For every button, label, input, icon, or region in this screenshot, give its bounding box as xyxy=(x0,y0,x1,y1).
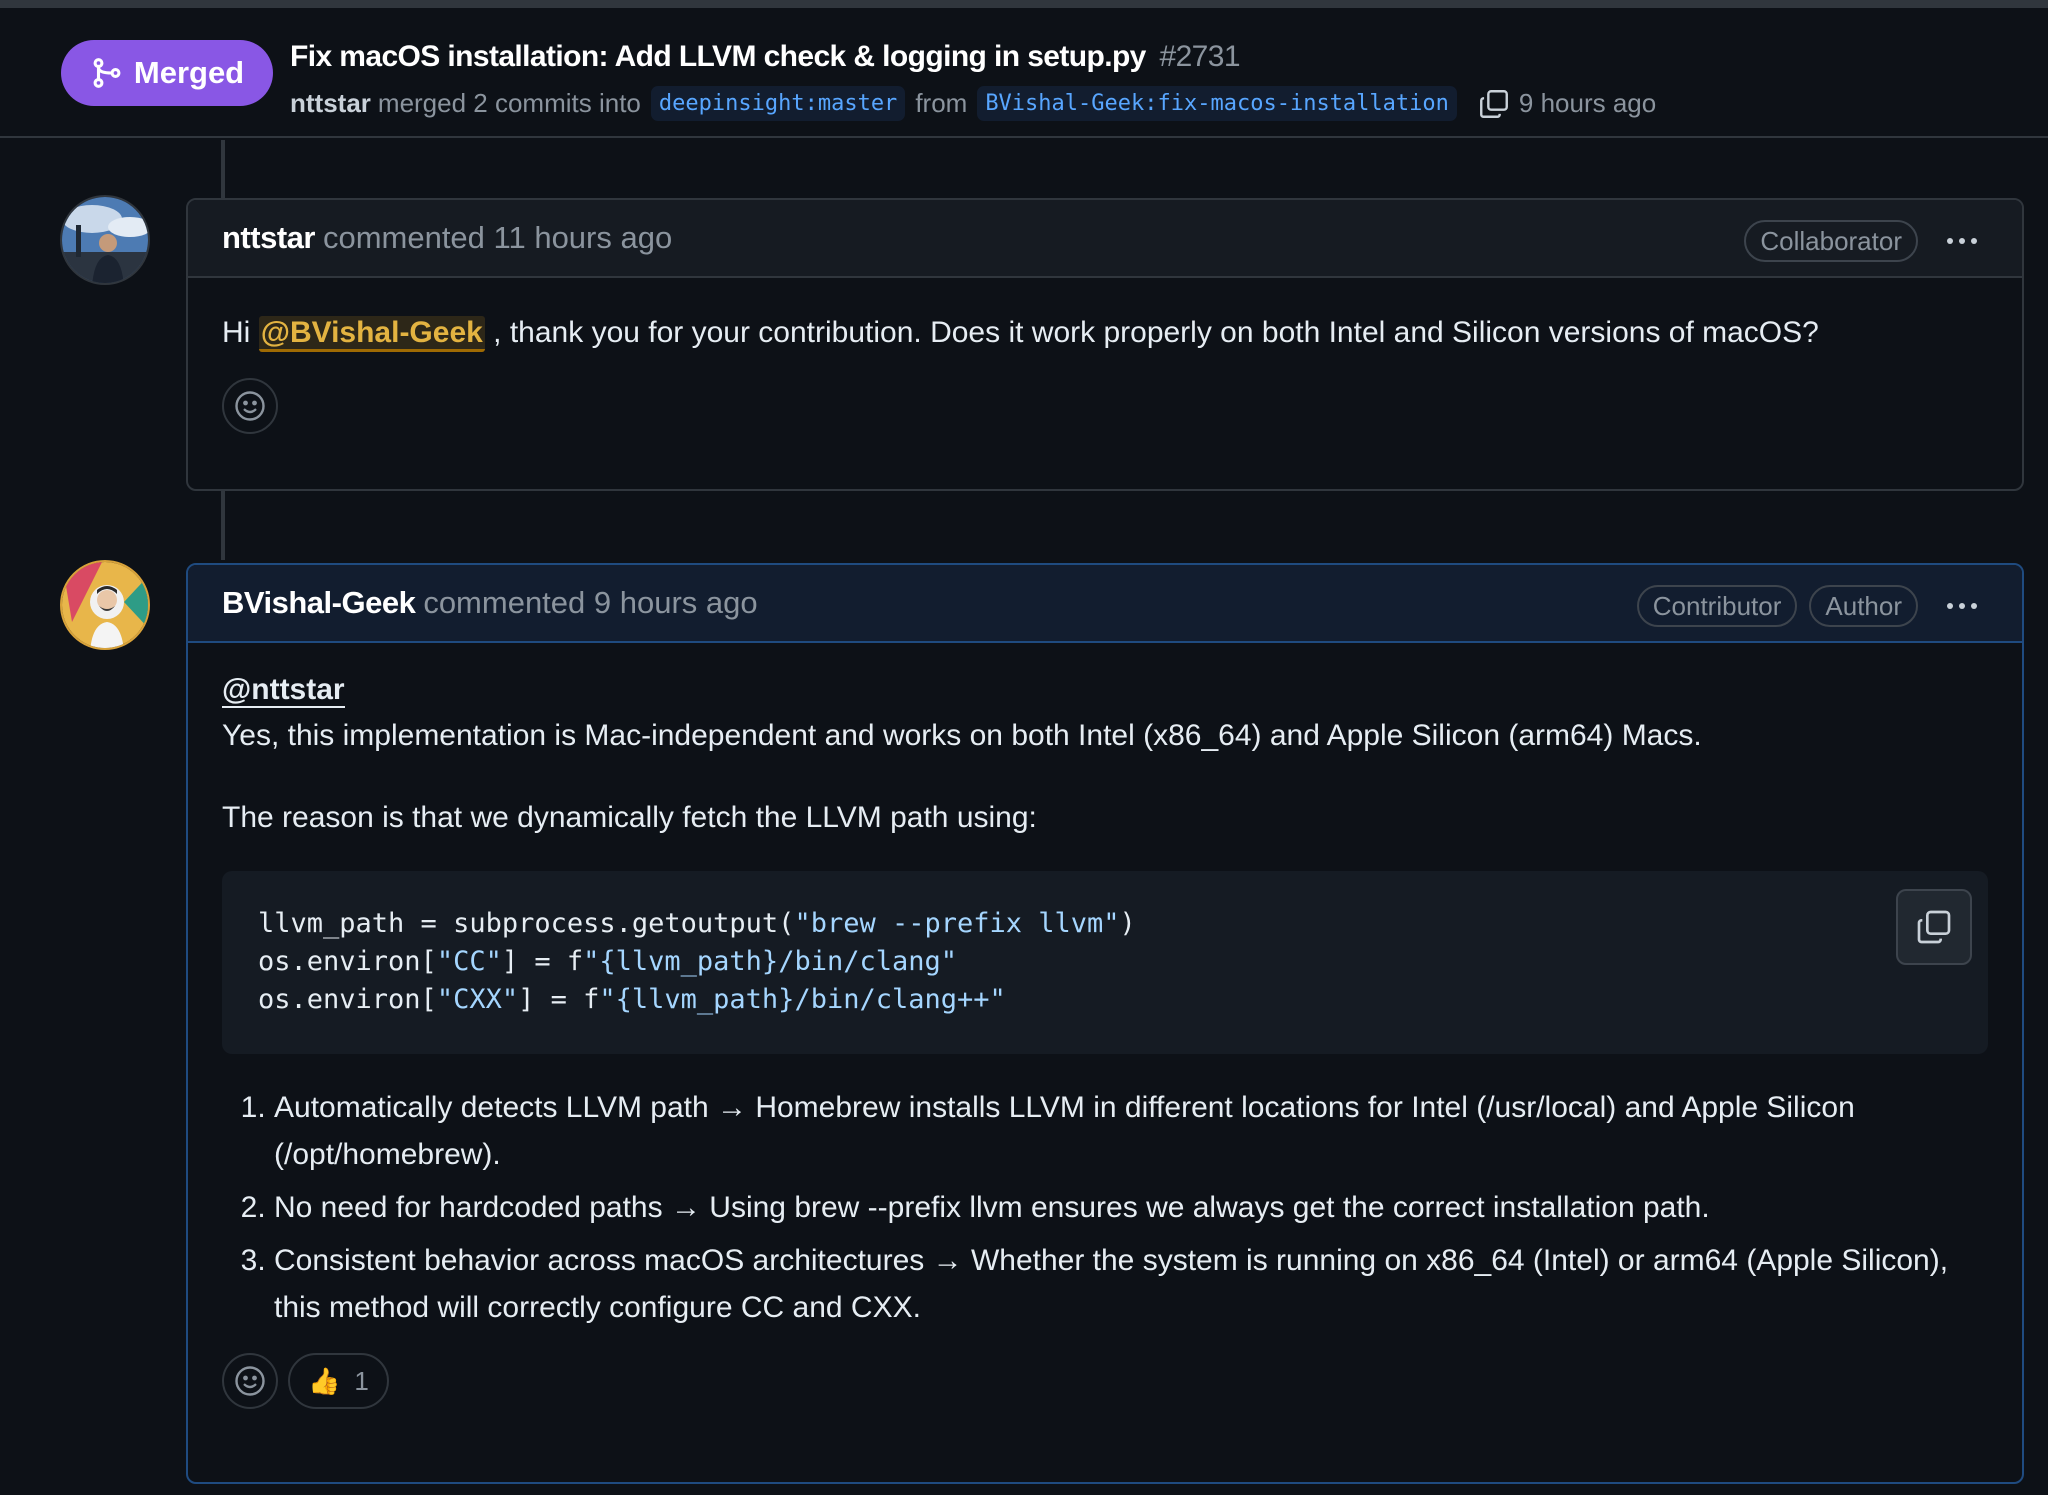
comment-paragraph: Yes, this implementation is Mac-independ… xyxy=(222,719,1702,752)
timeline-connector xyxy=(221,490,225,560)
copy-icon[interactable] xyxy=(1477,87,1511,121)
comment-header: nttstar commented 11 hours ago Collabora… xyxy=(188,200,2022,278)
code-token: os.environ[ xyxy=(258,984,437,1015)
code-token: os.environ[ xyxy=(258,946,437,977)
collaborator-badge: Collaborator xyxy=(1744,220,1918,262)
copy-icon xyxy=(1917,910,1951,944)
pr-meta: nttstar merged 2 commits into deepinsigh… xyxy=(290,86,1656,121)
comment-body: Hi @BVishal-Geek , thank you for your co… xyxy=(188,278,2022,434)
greeting-text: Hi xyxy=(222,316,251,349)
explanation-list: Automatically detects LLVM path → Homebr… xyxy=(222,1084,1988,1331)
from-text: from xyxy=(915,88,968,118)
git-merge-icon xyxy=(93,58,121,88)
list-item: Consistent behavior across macOS archite… xyxy=(274,1237,1988,1331)
smiley-icon xyxy=(235,391,265,421)
comment-timestamp[interactable]: commented 11 hours ago xyxy=(323,220,672,256)
avatar-bvishal-geek[interactable] xyxy=(60,560,150,650)
merge-actor-link[interactable]: nttstar xyxy=(290,88,371,119)
smiley-icon xyxy=(235,1366,265,1396)
reaction-row: 👍 1 xyxy=(222,1353,1988,1409)
contributor-badge: Contributor xyxy=(1636,585,1798,627)
code-string: "{llvm_path}/bin/clang++" xyxy=(599,984,1006,1015)
avatar-nttstar[interactable] xyxy=(60,195,150,285)
pr-title: Fix macOS installation: Add LLVM check &… xyxy=(290,40,1146,73)
list-item: Automatically detects LLVM path → Homebr… xyxy=(274,1084,1988,1178)
comment-bvishal-geek: BVishal-Geek commented 9 hours ago Contr… xyxy=(186,563,2024,1484)
merge-time[interactable]: 9 hours ago xyxy=(1519,88,1656,119)
pr-header: Merged Fix macOS installation: Add LLVM … xyxy=(0,8,2048,138)
comment-paragraph: The reason is that we dynamically fetch … xyxy=(222,801,1037,834)
add-reaction-button[interactable] xyxy=(222,378,278,434)
timeline-connector xyxy=(221,140,225,200)
pr-title-row: Fix macOS installation: Add LLVM check &… xyxy=(290,40,1241,74)
comment-author[interactable]: BVishal-Geek xyxy=(222,585,416,621)
code-string: "{llvm_path}/bin/clang" xyxy=(583,946,957,977)
mention-line: @nttstar xyxy=(222,667,1988,713)
thumbs-up-icon: 👍 xyxy=(308,1366,341,1396)
user-mention[interactable]: @nttstar xyxy=(222,673,345,708)
pr-number: #2731 xyxy=(1159,40,1241,73)
base-branch[interactable]: deepinsight:master xyxy=(650,86,906,121)
comment-nttstar: nttstar commented 11 hours ago Collabora… xyxy=(186,198,2024,491)
author-badge: Author xyxy=(1809,585,1918,627)
window-top-border xyxy=(0,0,2048,8)
comment-timestamp[interactable]: commented 9 hours ago xyxy=(423,585,757,621)
comment-text-rest: , thank you for your contribution. Does … xyxy=(493,316,1819,349)
comment-body: @nttstar Yes, this implementation is Mac… xyxy=(188,643,2022,1409)
merged-text: merged 2 commits into xyxy=(377,88,641,118)
code-token: ] = f xyxy=(501,946,584,977)
comment-text: Hi @BVishal-Geek , thank you for your co… xyxy=(222,306,1988,356)
comment-header: BVishal-Geek commented 9 hours ago Contr… xyxy=(188,565,2022,643)
code-block: llvm_path = subprocess.getoutput("brew -… xyxy=(222,871,1988,1054)
code-string: "CXX" xyxy=(436,984,519,1015)
thumbs-up-reaction[interactable]: 👍 1 xyxy=(288,1353,389,1409)
list-item: No need for hardcoded paths → Using brew… xyxy=(274,1184,1988,1231)
code-string: "brew --prefix llvm" xyxy=(794,908,1120,939)
code-string: "CC" xyxy=(436,946,502,977)
code-token: ) xyxy=(1119,908,1136,939)
reaction-row xyxy=(222,378,1988,434)
kebab-menu-icon[interactable] xyxy=(1942,586,1982,626)
copy-code-button[interactable] xyxy=(1896,889,1972,965)
merged-status-label: Merged xyxy=(133,55,245,90)
user-mention[interactable]: @BVishal-Geek xyxy=(258,316,485,352)
comment-author[interactable]: nttstar xyxy=(222,220,315,256)
kebab-menu-icon[interactable] xyxy=(1942,221,1982,261)
merged-status-badge: Merged xyxy=(61,40,273,106)
code-token: llvm_path = subprocess.getoutput( xyxy=(258,908,795,939)
add-reaction-button[interactable] xyxy=(222,1353,278,1409)
reaction-count: 1 xyxy=(354,1366,369,1396)
head-branch[interactable]: BVishal-Geek:fix-macos-installation xyxy=(977,86,1457,121)
code-token: ] = f xyxy=(518,984,600,1015)
